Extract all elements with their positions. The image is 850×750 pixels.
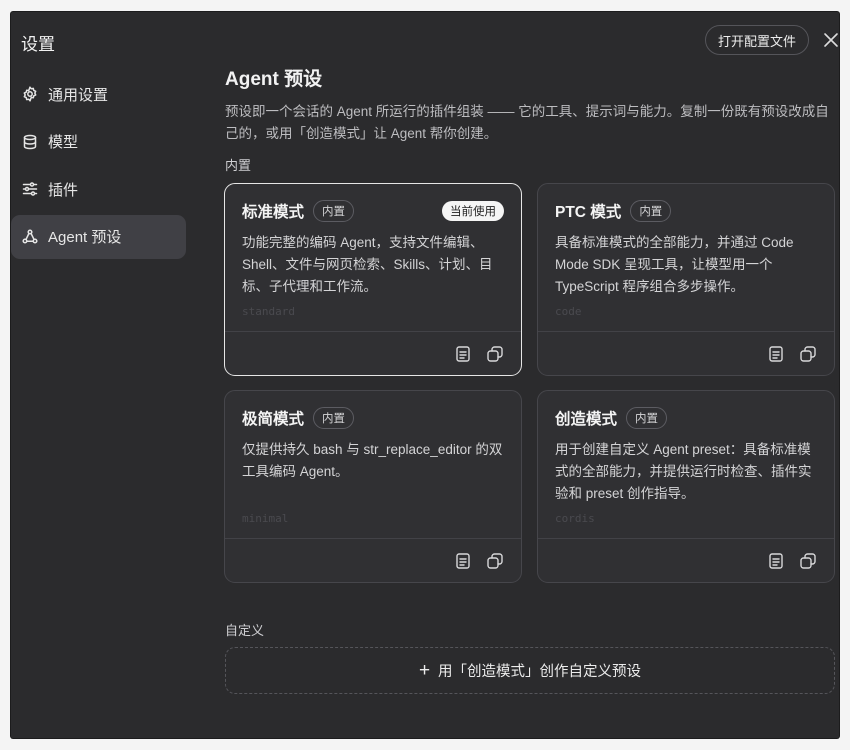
plus-icon: + — [418, 659, 431, 681]
card-description: 功能完整的编码 Agent，支持文件编辑、Shell、文件与网页检索、Skill… — [242, 235, 493, 294]
card-footer — [225, 538, 521, 582]
card-header: 创造模式 内置 — [555, 407, 668, 429]
card-preset-id: code — [555, 305, 582, 318]
open-config-file-button[interactable]: 打开配置文件 — [705, 25, 810, 55]
preset-card-standard[interactable]: 标准模式 内置 当前使用 功能完整的编码 Agent，支持文件编辑、Shell、… — [224, 183, 522, 376]
app-title: 设置 — [21, 35, 55, 54]
builtin-badge: 内置 — [626, 407, 668, 429]
settings-window: 设置 通用设置 模型 插件 Agent 预设 打开配置文件 Agent 预设 预… — [11, 12, 839, 738]
preset-card-ptc[interactable]: PTC 模式 内置 具备标准模式的全部能力，并通过 Code Mode SDK … — [537, 183, 835, 376]
card-description: 仅提供持久 bash 与 str_replace_editor 的双工具编码 A… — [242, 442, 503, 479]
card-footer — [538, 538, 834, 582]
card-header: 极简模式 内置 — [242, 407, 355, 429]
builtin-badge: 内置 — [313, 407, 355, 429]
create-custom-preset-button[interactable]: + 用「创造模式」创作自定义预设 — [225, 647, 835, 694]
card-footer — [225, 331, 521, 375]
card-preset-id: cordis — [555, 512, 595, 525]
copy-icon[interactable] — [486, 345, 504, 363]
view-document-icon[interactable] — [767, 552, 785, 570]
sidebar-item-agent-presets[interactable]: Agent 预设 — [11, 214, 186, 259]
gear-icon — [22, 86, 38, 102]
card-footer — [538, 331, 834, 375]
page-title: Agent 预设 — [225, 69, 323, 90]
sidebar-item-plugins[interactable]: 插件 — [11, 167, 186, 211]
builtin-badge: 内置 — [313, 200, 355, 222]
custom-section-label: 自定义 — [225, 623, 265, 638]
preset-card-minimal[interactable]: 极简模式 内置 仅提供持久 bash 与 str_replace_editor … — [224, 390, 522, 583]
page-description: 预设即一个会话的 Agent 所运行的插件组装 —— 它的工具、提示词与能力。复… — [225, 104, 829, 141]
database-icon — [22, 134, 38, 150]
current-in-use-badge: 当前使用 — [442, 201, 504, 221]
card-description: 用于创建自定义 Agent preset：具备标准模式的全部能力，并提供运行时检… — [555, 442, 812, 501]
close-icon[interactable] — [822, 31, 839, 49]
card-preset-id: minimal — [242, 512, 289, 525]
view-document-icon[interactable] — [454, 552, 472, 570]
card-header: PTC 模式 内置 — [555, 200, 672, 222]
card-title: 创造模式 — [555, 411, 618, 428]
copy-icon[interactable] — [799, 345, 817, 363]
builtin-section-label: 内置 — [225, 158, 252, 173]
card-title: PTC 模式 — [555, 204, 622, 221]
sidebar-item-label: 插件 — [48, 181, 79, 199]
agent-preset-icon — [22, 228, 38, 245]
sidebar-item-label: Agent 预设 — [48, 229, 122, 246]
preset-card-creator[interactable]: 创造模式 内置 用于创建自定义 Agent preset：具备标准模式的全部能力… — [537, 390, 835, 583]
sliders-icon — [22, 181, 38, 197]
card-description: 具备标准模式的全部能力，并通过 Code Mode SDK 呈现工具，让模型用一… — [555, 235, 794, 294]
builtin-badge: 内置 — [630, 200, 672, 222]
card-header: 标准模式 内置 — [242, 200, 355, 222]
copy-icon[interactable] — [486, 552, 504, 570]
view-document-icon[interactable] — [454, 345, 472, 363]
card-title: 极简模式 — [242, 411, 305, 428]
copy-icon[interactable] — [799, 552, 817, 570]
card-title: 标准模式 — [242, 204, 305, 221]
sidebar: 通用设置 模型 插件 Agent 预设 — [11, 72, 186, 262]
sidebar-item-label: 通用设置 — [48, 86, 109, 104]
view-document-icon[interactable] — [767, 345, 785, 363]
sidebar-item-general[interactable]: 通用设置 — [11, 72, 186, 116]
create-button-label: 用「创造模式」创作自定义预设 — [438, 664, 642, 680]
card-preset-id: standard — [242, 305, 295, 318]
sidebar-item-models[interactable]: 模型 — [11, 120, 186, 164]
sidebar-item-label: 模型 — [48, 134, 79, 151]
